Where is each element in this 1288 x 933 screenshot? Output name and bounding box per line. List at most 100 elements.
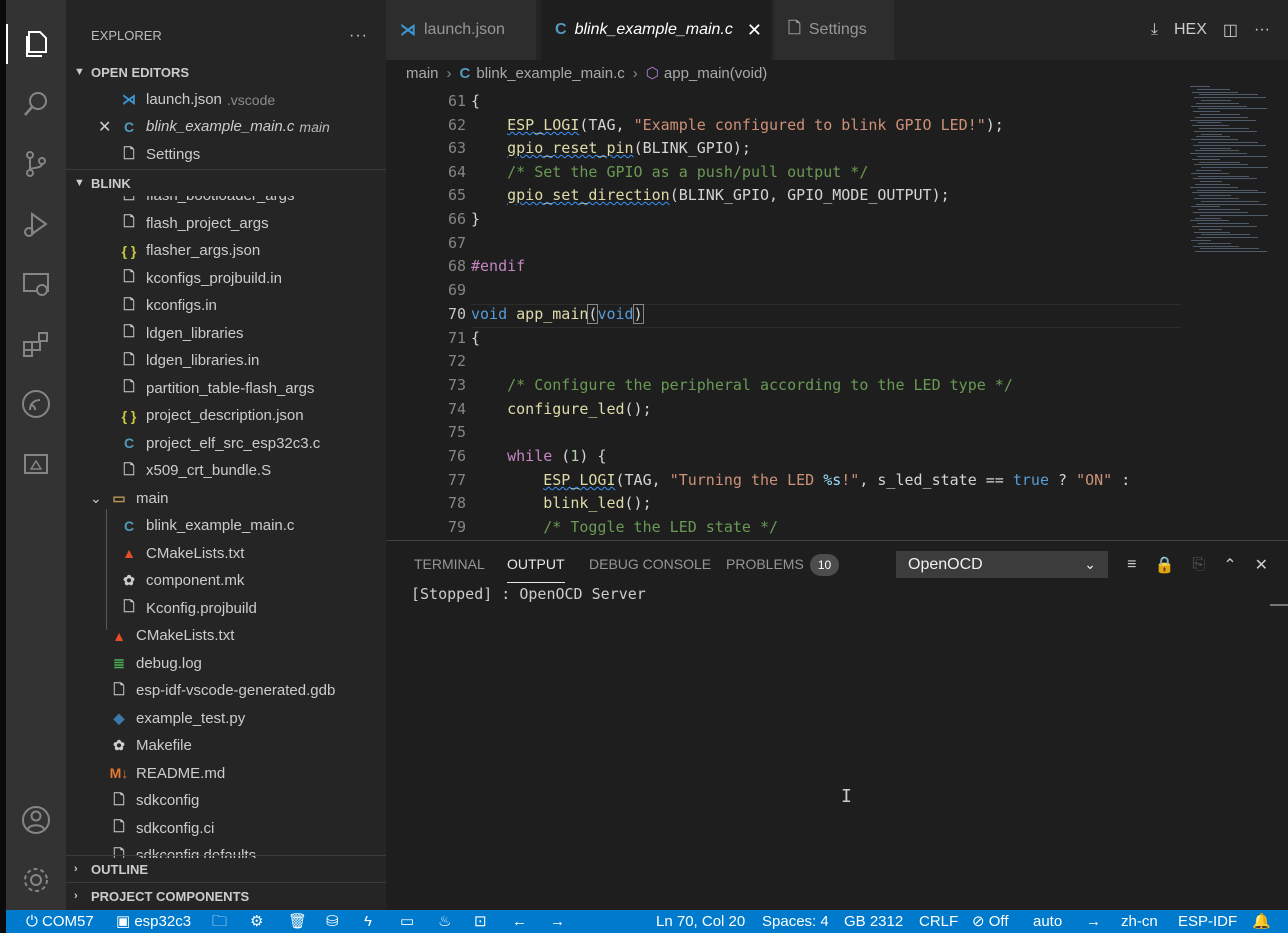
bell-icon[interactable]: 🔔 <box>1252 910 1271 933</box>
close-icon[interactable]: ✕ <box>747 20 762 41</box>
indentation[interactable]: Spaces: 4 <box>762 910 829 933</box>
settings-gear-icon[interactable] <box>6 850 66 910</box>
account-icon[interactable] <box>6 790 66 850</box>
lock-icon[interactable]: 🔒 <box>1154 555 1174 575</box>
arrow-left-icon[interactable]: ← <box>512 910 527 933</box>
open-editor-item[interactable]: ✕ C blink_example_main.c main <box>66 113 386 140</box>
panel-view-icon[interactable] <box>6 434 66 494</box>
blink-folder-header[interactable]: ▼ BLINK <box>66 169 386 196</box>
code-line: 64 /* Set the GPIO as a push/pull output… <box>386 163 1186 187</box>
tab-settings[interactable]: 🗋 Settings <box>774 0 894 60</box>
tree-file[interactable]: Cproject_elf_src_esp32c3.c <box>66 430 386 457</box>
extensions-icon[interactable] <box>6 314 66 374</box>
tree-file[interactable]: 🗋 Kconfig.projbuild <box>66 595 386 622</box>
tree-file[interactable]: ✿ component.mk <box>66 567 386 594</box>
tree-file[interactable]: 🗋 kconfigs_projbuild.in <box>66 265 386 292</box>
file-icon: 🗋 <box>120 196 138 205</box>
tree-file[interactable]: M↓ README.md <box>66 760 386 787</box>
tab-blink-example-main[interactable]: C blink_example_main.c ✕ <box>541 0 771 60</box>
open-editor-item[interactable]: ⋊ launch.json .vscode <box>66 86 386 113</box>
tree-file[interactable]: 🗋 flash_bootloader_args <box>66 196 386 209</box>
minimap-line <box>1190 220 1229 222</box>
tree-file[interactable]: 🗋 ldgen_libraries <box>66 320 386 347</box>
tree-file[interactable]: Cblink_example_main.c <box>66 512 386 539</box>
arrow-right-icon[interactable]: → <box>1086 910 1101 933</box>
tree-file[interactable]: 🗋 x509_crt_bundle.S <box>66 457 386 484</box>
tree-file[interactable]: 🗋 kconfigs.in <box>66 292 386 319</box>
panel-scrollbar[interactable] <box>1270 604 1288 606</box>
breadcrumb: main › C blink_example_main.c › ⬡ app_ma… <box>386 60 1288 86</box>
source-control-icon[interactable] <box>6 134 66 194</box>
output-channel-select[interactable]: OpenOCD ⌄ <box>896 551 1108 578</box>
tree-item-label: kconfigs_projbuild.in <box>146 269 282 287</box>
encoding[interactable]: GB 2312 <box>844 910 903 933</box>
folder-icon[interactable]: 🗀 <box>212 910 227 933</box>
open-editor-item[interactable]: 🗋 Settings <box>66 141 386 168</box>
tab-terminal[interactable]: TERMINAL <box>414 541 485 587</box>
open-editors-header[interactable]: ▼ OPEN EDITORS <box>66 59 386 86</box>
tree-file[interactable]: { } flasher_args.json <box>66 237 386 264</box>
tree-file[interactable]: 🗋 esp-idf-vscode-generated.gdb <box>66 677 386 704</box>
file-icon: 🗋 <box>113 680 125 697</box>
tree-file[interactable]: 🗋 sdkconfig.ci <box>66 815 386 842</box>
minimap-line <box>1196 237 1258 239</box>
breadcrumb-file[interactable]: blink_example_main.c <box>476 65 624 82</box>
make-icon: ✿ <box>113 737 125 753</box>
trash-icon[interactable]: 🗑 <box>288 910 307 933</box>
tab-problems[interactable]: PROBLEMS 10 <box>726 541 840 587</box>
cursor-position[interactable]: Ln 70, Col 20 <box>656 910 745 933</box>
tree-file[interactable]: ▲ CMakeLists.txt <box>66 540 386 567</box>
open-editor-detail: main <box>299 118 330 135</box>
breadcrumb-symbol[interactable]: app_main(void) <box>664 65 767 82</box>
tab-launch-json[interactable]: ⋊ launch.json <box>386 0 536 60</box>
clear-output-icon[interactable]: ≡ <box>1127 556 1136 574</box>
split-editor-icon[interactable]: ◫ <box>1223 20 1238 40</box>
search-icon[interactable] <box>6 74 66 134</box>
tree-file[interactable]: ◆ example_test.py <box>66 705 386 732</box>
breadcrumb-folder[interactable]: main <box>406 65 439 82</box>
chevron-up-icon[interactable]: ⌃ <box>1223 555 1236 575</box>
line-ending[interactable]: CRLF <box>919 910 958 933</box>
code-editor[interactable]: 61{ 62 ESP_LOGI(TAG, "Example configured… <box>386 86 1288 540</box>
config-gear-icon[interactable]: ⚙ <box>250 910 263 933</box>
tab-debug-console[interactable]: DEBUG CONSOLE <box>589 541 711 587</box>
close-icon[interactable]: ✕ <box>1255 555 1268 575</box>
flash-icon[interactable]: ϟ <box>364 910 372 933</box>
monitor-icon[interactable]: ▭ <box>400 910 414 933</box>
tree-file[interactable]: 🗋 ldgen_libraries.in <box>66 347 386 374</box>
tab-output[interactable]: OUTPUT <box>507 541 565 587</box>
tree-item-label: CMakeLists.txt <box>136 627 235 644</box>
terminal-icon[interactable]: ⊡ <box>474 910 487 933</box>
file-icon: 🗋 <box>123 144 135 161</box>
open-log-icon: ⎘ <box>1192 555 1206 573</box>
download-icon[interactable]: ⤓ <box>1151 21 1158 39</box>
explorer-icon[interactable] <box>6 14 66 74</box>
database-icon[interactable]: ⛁ <box>326 910 339 933</box>
close-icon[interactable]: ✕ <box>98 117 111 137</box>
tree-file[interactable]: ✿ Makefile <box>66 732 386 759</box>
remote-explorer-icon[interactable] <box>6 254 66 314</box>
tree-file[interactable]: 🗋 flash_project_args <box>66 210 386 237</box>
tree-file[interactable]: ≣ debug.log <box>66 650 386 677</box>
target-item[interactable]: ▣ esp32c3 <box>116 910 191 933</box>
language-auto[interactable]: auto <box>1033 910 1062 933</box>
outline-header[interactable]: › OUTLINE <box>66 855 386 882</box>
locale[interactable]: zh-cn <box>1121 910 1158 933</box>
serial-port-item[interactable]: ⏻ COM57 <box>26 910 94 933</box>
flame-icon[interactable]: ♨ <box>438 910 451 933</box>
tree-file[interactable]: ▲ CMakeLists.txt <box>66 622 386 649</box>
hex-editor-button[interactable]: HEX <box>1174 21 1207 39</box>
more-actions-button[interactable]: ··· <box>1254 21 1270 39</box>
tree-file[interactable]: 🗋 sdkconfig <box>66 787 386 814</box>
tree-folder[interactable]: ⌄ ▭ main <box>66 485 386 512</box>
esp-idf-mode[interactable]: ESP-IDF <box>1178 910 1237 933</box>
project-components-header[interactable]: › PROJECT COMPONENTS <box>66 882 386 909</box>
tree-file[interactable]: { } project_description.json <box>66 402 386 429</box>
esp-idf-icon[interactable] <box>6 374 66 434</box>
arrow-right-icon[interactable]: → <box>550 910 565 933</box>
tree-file[interactable]: 🗋 partition_table-flash_args <box>66 375 386 402</box>
tabnine-item[interactable]: ⊘ Off <box>972 910 1008 933</box>
minimap[interactable] <box>1190 86 1272 256</box>
run-debug-icon[interactable] <box>6 194 66 254</box>
log-icon: ≣ <box>113 654 125 671</box>
